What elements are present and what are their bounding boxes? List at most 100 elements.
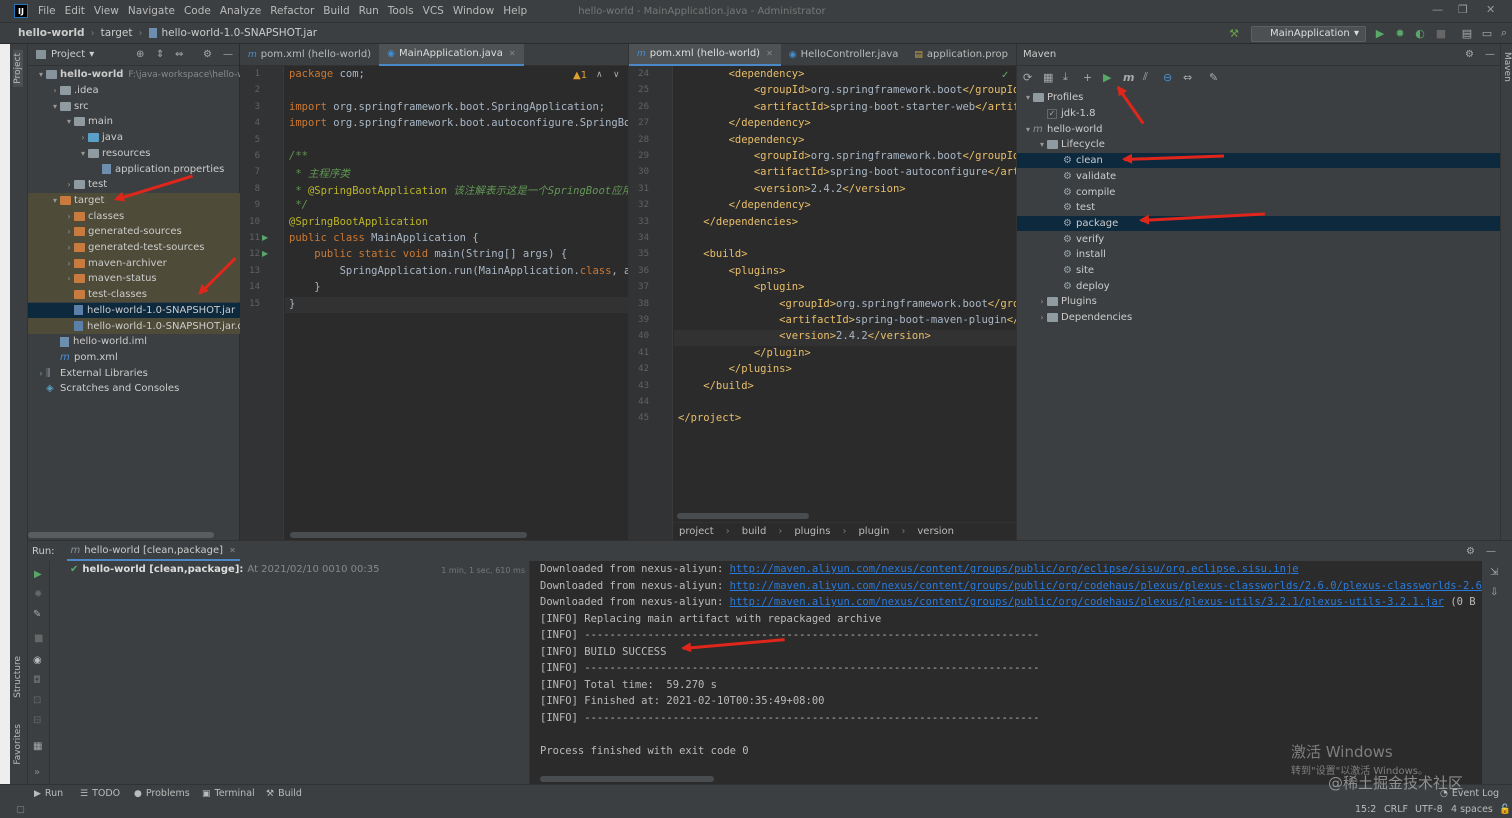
editor-tab[interactable]: ◉ MainApplication.java ✕ (379, 43, 524, 66)
tool-todo[interactable]: ☰ TODO (80, 788, 120, 799)
chevron-down-icon[interactable]: ▾ (1037, 140, 1047, 149)
maven-tree-row[interactable]: › Plugins (1017, 294, 1503, 310)
maven-tree-row[interactable]: ⚙ verify (1017, 231, 1503, 247)
tree-row[interactable]: hello-world.iml (28, 334, 240, 350)
rerun-icon[interactable]: ▶ (34, 569, 42, 580)
close-icon[interactable]: ✕ (509, 49, 516, 58)
more-icon[interactable]: » (34, 767, 40, 778)
run-maven-icon[interactable]: ▶ (1103, 71, 1123, 84)
menu-code[interactable]: Code (184, 5, 211, 17)
tree-row[interactable]: › java (28, 130, 240, 146)
tree-row[interactable]: hello-world-1.0-SNAPSHOT.jar.or (28, 318, 240, 334)
chevron-down-icon[interactable]: ▾ (1023, 93, 1033, 102)
tree-row[interactable]: › ⫼ External Libraries (28, 365, 240, 381)
tree-row[interactable]: › .idea (28, 83, 240, 99)
debug-icon[interactable]: ✹ (1393, 26, 1407, 40)
tree-row[interactable]: ▾ resources (28, 146, 240, 162)
maven-tool-tab[interactable]: Maven (1502, 52, 1512, 82)
chevron-down-icon[interactable]: ▾ (78, 149, 88, 158)
chevron-right-icon[interactable]: › (64, 259, 74, 268)
run-gutter-icon[interactable]: ▶ (262, 233, 268, 242)
maven-tree-row[interactable]: ⚙ package (1017, 215, 1503, 232)
console-link[interactable]: http://maven.aliyun.com/nexus/content/gr… (730, 563, 1299, 575)
coverage-icon[interactable]: ◐ (1413, 26, 1427, 40)
maven-tree-row[interactable]: ⚙ clean (1017, 152, 1503, 169)
scroll-to-end-icon[interactable]: ⇩ (1490, 587, 1498, 598)
console-link[interactable]: http://maven.aliyun.com/nexus/content/gr… (730, 580, 1482, 592)
menu-build[interactable]: Build (323, 5, 349, 17)
expand-all-icon[interactable]: ⇕ (156, 49, 164, 60)
tree-row[interactable]: application.properties (28, 161, 240, 177)
project-view-select[interactable]: Project (51, 49, 85, 60)
reload-icon[interactable]: ⟳ (1023, 71, 1043, 84)
menu-tools[interactable]: Tools (388, 5, 414, 17)
chevron-down-icon[interactable]: ▾ (64, 117, 74, 126)
hide-icon[interactable]: — (1486, 546, 1496, 557)
editor-tab[interactable]: ▤ application.prop (906, 44, 1016, 66)
editor-tab[interactable]: m pom.xml (hello-world) (240, 44, 379, 66)
structure-tool-tab[interactable]: Structure (13, 656, 23, 698)
tool-build[interactable]: ⚒ Build (266, 788, 302, 799)
console-link[interactable]: http://maven.aliyun.com/nexus/content/gr… (730, 596, 1444, 608)
menu-help[interactable]: Help (503, 5, 527, 17)
gear-icon[interactable]: ⚙ (203, 49, 212, 60)
tool-problems[interactable]: ● Problems (134, 788, 190, 799)
menu-navigate[interactable]: Navigate (128, 5, 175, 17)
maven-tree-row[interactable]: ▾ Profiles (1017, 90, 1503, 106)
chevron-right-icon[interactable]: › (1037, 313, 1047, 322)
chevron-right-icon[interactable]: › (64, 243, 74, 252)
exit-icon[interactable]: ⊟ (33, 715, 41, 726)
run-gutter-icon[interactable]: ▶ (262, 249, 268, 258)
menu-file[interactable]: File (38, 5, 56, 17)
maven-tree-row[interactable]: ▾ m hello-world (1017, 121, 1503, 137)
menu-edit[interactable]: Edit (65, 5, 85, 17)
project-tool-tab[interactable]: Project (13, 50, 23, 87)
xml-breadcrumb-item[interactable]: plugin (858, 526, 889, 537)
camera-icon[interactable]: ◘ (33, 675, 41, 686)
run-result-entry[interactable]: ✔ hello-world [clean,package]: At 2021/0… (70, 564, 379, 575)
caret-position[interactable]: 15:2 (1355, 804, 1376, 815)
horizontal-scrollbar[interactable] (28, 532, 214, 538)
menu-refactor[interactable]: Refactor (270, 5, 314, 17)
run-icon[interactable]: ▶ (1373, 26, 1387, 40)
toggle-offline-icon[interactable]: ⫽ (1143, 70, 1163, 84)
checkbox-icon[interactable]: ✓ (1047, 108, 1057, 119)
plus-icon[interactable]: + (1083, 71, 1103, 84)
chevron-right-icon[interactable]: › (64, 180, 74, 189)
chevron-right-icon[interactable]: › (64, 274, 74, 283)
run-configuration-select[interactable]: MainApplication ▾ (1251, 26, 1366, 42)
layout-icon[interactable]: ▦ (33, 741, 42, 752)
next-highlight-icon[interactable]: ∨ (613, 70, 620, 80)
chevron-down-icon[interactable]: ▾ (89, 49, 94, 60)
menu-vcs[interactable]: VCS (423, 5, 444, 17)
layout-toggle-icon[interactable]: ▢ (16, 804, 25, 815)
horizontal-scrollbar[interactable] (540, 776, 714, 782)
chevron-right-icon[interactable]: › (1037, 297, 1047, 306)
debug-icon[interactable]: ✹ (34, 589, 42, 600)
file-encoding[interactable]: UTF-8 (1415, 804, 1443, 815)
wrench-icon[interactable]: ✎ (33, 609, 41, 620)
maven-tree-row[interactable]: ⚙ install (1017, 247, 1503, 263)
gear-icon[interactable]: ⚙ (1465, 49, 1474, 60)
maven-tree-row[interactable]: ▾ Lifecycle (1017, 137, 1503, 153)
project-structure-icon[interactable]: ▤ (1460, 26, 1474, 40)
restore-icon[interactable]: ❐ (1458, 3, 1468, 16)
xml-breadcrumb-item[interactable]: build (742, 526, 767, 537)
maven-tree-row[interactable]: › Dependencies (1017, 310, 1503, 326)
tree-row[interactable]: › maven-archiver (28, 255, 240, 272)
maven-tree-row[interactable]: ⚙ compile (1017, 184, 1503, 200)
build-hammer-icon[interactable]: ⚒ (1227, 26, 1241, 40)
tree-row[interactable]: ▾ hello-world F:\java-workspace\hello-w (28, 67, 240, 83)
add-project-icon[interactable]: ▦ (1043, 71, 1063, 84)
editor-tab[interactable]: ◉ HelloController.java (781, 44, 907, 66)
maven-tree-row[interactable]: ⚙ validate (1017, 169, 1503, 185)
eye-icon[interactable]: ◉ (33, 655, 42, 666)
maven-tree-row[interactable]: ⚙ site (1017, 263, 1503, 279)
indent-setting[interactable]: 4 spaces (1451, 804, 1493, 815)
lock-icon[interactable]: 🔓 (1499, 804, 1511, 815)
collapse-all-icon[interactable]: ⇔ (1183, 71, 1209, 84)
horizontal-scrollbar[interactable] (677, 513, 809, 519)
chevron-right-icon[interactable]: › (64, 212, 74, 221)
tree-row[interactable]: hello-world-1.0-SNAPSHOT.jar (28, 302, 240, 319)
tree-row[interactable]: ◈ Scratches and Consoles (28, 381, 240, 397)
